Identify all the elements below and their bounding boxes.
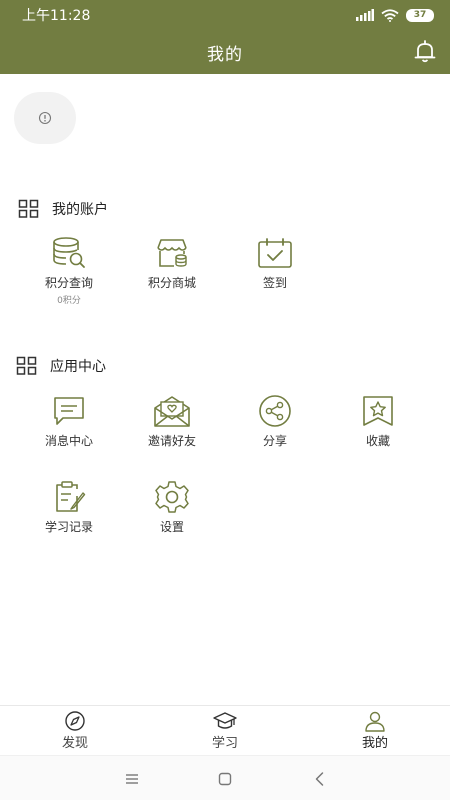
signal-icon: [356, 9, 374, 21]
avatar[interactable]: [14, 92, 76, 144]
checkin-label: 签到: [262, 276, 287, 290]
message-center-label: 消息中心: [44, 434, 93, 448]
tab-mine[interactable]: 我的: [300, 706, 450, 755]
invite-friends-item[interactable]: 邀请好友: [132, 394, 212, 449]
info-icon: [38, 111, 52, 125]
graduation-cap-icon: [213, 712, 237, 729]
battery-indicator: 37: [406, 8, 434, 22]
study-record-icon: [56, 481, 86, 512]
system-nav-bar: [0, 755, 450, 800]
profile-area: [0, 74, 450, 184]
tab-study-label: 学习: [211, 736, 238, 751]
share-label: 分享: [262, 434, 287, 448]
points-mall-icon: [157, 239, 187, 267]
tab-mine-label: 我的: [361, 736, 388, 751]
battery-level: 37: [413, 10, 427, 20]
grid-icon: [16, 356, 37, 375]
share-icon: [259, 395, 291, 427]
points-mall-label: 积分商城: [147, 276, 196, 290]
settings-label: 设置: [159, 520, 184, 534]
tab-discover-label: 发现: [61, 736, 88, 751]
home-icon[interactable]: [215, 769, 235, 789]
top-bar: 上午11:28 37 我的: [0, 0, 450, 74]
points-value: 0积分: [57, 296, 81, 306]
invite-envelope-icon: [154, 396, 190, 427]
back-icon[interactable]: [310, 769, 330, 789]
page-title: 我的: [207, 44, 243, 65]
checkin-item[interactable]: 签到: [235, 236, 315, 291]
title-bar: 我的: [0, 30, 450, 74]
calendar-checkin-icon: [258, 238, 292, 268]
study-record-item[interactable]: 学习记录: [29, 480, 109, 535]
account-section-title: 我的账户: [52, 202, 108, 218]
message-icon: [54, 397, 84, 425]
favorites-label: 收藏: [365, 434, 390, 448]
points-query-label: 积分查询: [44, 276, 93, 290]
share-item[interactable]: 分享: [235, 394, 315, 449]
menu-icon[interactable]: [122, 769, 142, 789]
apps-section-title: 应用中心: [50, 359, 106, 375]
favorites-item[interactable]: 收藏: [338, 394, 418, 449]
user-icon: [365, 711, 385, 732]
study-record-label: 学习记录: [44, 520, 93, 534]
bottom-tab-bar: 发现 学习 我的: [0, 705, 450, 755]
bookmark-star-icon: [363, 396, 393, 426]
wifi-icon: [381, 8, 399, 22]
gear-icon: [155, 481, 189, 513]
apps-section-header: 应用中心: [16, 354, 106, 378]
status-bar: 上午11:28 37: [0, 0, 450, 30]
bell-icon[interactable]: [412, 39, 438, 65]
status-time: 上午11:28: [22, 8, 91, 24]
grid-icon: [18, 199, 39, 218]
tab-study[interactable]: 学习: [150, 706, 300, 755]
points-query-icon: [53, 237, 85, 268]
status-icons: 37: [356, 8, 434, 22]
settings-item[interactable]: 设置: [132, 480, 212, 535]
points-mall-item[interactable]: 积分商城: [132, 236, 212, 291]
tab-discover[interactable]: 发现: [0, 706, 150, 755]
invite-friends-label: 邀请好友: [147, 434, 196, 448]
message-center-item[interactable]: 消息中心: [29, 394, 109, 449]
account-section-header: 我的账户: [18, 197, 108, 221]
compass-icon: [65, 711, 85, 731]
points-query-item[interactable]: 积分查询 0积分: [29, 236, 109, 306]
